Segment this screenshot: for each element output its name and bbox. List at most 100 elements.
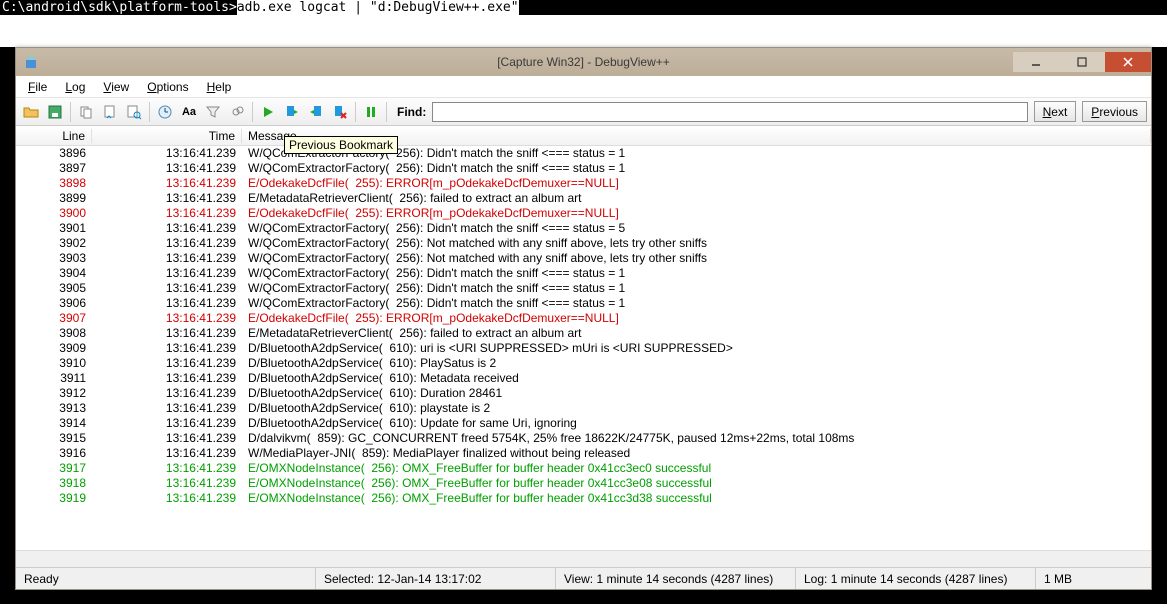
- log-row[interactable]: 391513:16:41.239D/dalvikvm( 859): GC_CON…: [16, 431, 1151, 446]
- bookmark-next-icon[interactable]: [281, 101, 303, 123]
- log-row[interactable]: 389913:16:41.239E/MetadataRetrieverClien…: [16, 191, 1151, 206]
- status-ready: Ready: [16, 568, 316, 589]
- cell-message: W/QComExtractorFactory( 256): Didn't mat…: [242, 266, 1151, 281]
- log-row[interactable]: 390113:16:41.239W/QComExtractorFactory( …: [16, 221, 1151, 236]
- log-row[interactable]: 391313:16:41.239D/BluetoothA2dpService( …: [16, 401, 1151, 416]
- menu-file[interactable]: File: [20, 78, 55, 96]
- horizontal-scrollbar[interactable]: [16, 550, 1151, 567]
- minimize-button[interactable]: [1013, 52, 1059, 72]
- pause-icon[interactable]: [360, 101, 382, 123]
- find-icon[interactable]: [123, 101, 145, 123]
- cell-line: 3914: [16, 416, 92, 431]
- link-icon[interactable]: [226, 101, 248, 123]
- cell-message: E/OMXNodeInstance( 256): OMX_FreeBuffer …: [242, 491, 1151, 506]
- window-controls: [1013, 52, 1151, 72]
- log-row[interactable]: 390013:16:41.239E/OdekakeDcfFile( 255): …: [16, 206, 1151, 221]
- log-row[interactable]: 391413:16:41.239D/BluetoothA2dpService( …: [16, 416, 1151, 431]
- cell-line: 3912: [16, 386, 92, 401]
- header-line[interactable]: Line: [16, 129, 92, 143]
- cell-line: 3902: [16, 236, 92, 251]
- log-list[interactable]: 389613:16:41.239W/QComExtractorFactory( …: [16, 146, 1151, 550]
- status-size: 1 MB: [1036, 568, 1151, 589]
- status-log: Log: 1 minute 14 seconds (4287 lines): [796, 568, 1036, 589]
- cell-message: D/BluetoothA2dpService( 610): PlaySatus …: [242, 356, 1151, 371]
- log-row[interactable]: 391813:16:41.239E/OMXNodeInstance( 256):…: [16, 476, 1151, 491]
- cell-line: 3900: [16, 206, 92, 221]
- cut-icon[interactable]: [99, 101, 121, 123]
- cell-line: 3898: [16, 176, 92, 191]
- log-row[interactable]: 391113:16:41.239D/BluetoothA2dpService( …: [16, 371, 1151, 386]
- cell-line: 3904: [16, 266, 92, 281]
- cell-time: 13:16:41.239: [92, 281, 242, 296]
- cell-message: W/QComExtractorFactory( 256): Didn't mat…: [242, 281, 1151, 296]
- filter-icon[interactable]: [202, 101, 224, 123]
- log-row[interactable]: 391913:16:41.239E/OMXNodeInstance( 256):…: [16, 491, 1151, 506]
- log-row[interactable]: 391713:16:41.239E/OMXNodeInstance( 256):…: [16, 461, 1151, 476]
- copy-icon[interactable]: [75, 101, 97, 123]
- cell-line: 3917: [16, 461, 92, 476]
- cell-message: D/dalvikvm( 859): GC_CONCURRENT freed 57…: [242, 431, 1151, 446]
- log-row[interactable]: 391013:16:41.239D/BluetoothA2dpService( …: [16, 356, 1151, 371]
- app-window: [Capture Win32] - DebugView++ File Log V…: [15, 47, 1152, 590]
- log-row[interactable]: 390813:16:41.239E/MetadataRetrieverClien…: [16, 326, 1151, 341]
- log-row[interactable]: 390913:16:41.239D/BluetoothA2dpService( …: [16, 341, 1151, 356]
- log-row[interactable]: 390513:16:41.239W/QComExtractorFactory( …: [16, 281, 1151, 296]
- save-icon[interactable]: [44, 101, 66, 123]
- cell-line: 3916: [16, 446, 92, 461]
- cell-message: W/QComExtractorFactory( 256): Didn't mat…: [242, 161, 1151, 176]
- cell-message: E/MetadataRetrieverClient( 256): failed …: [242, 191, 1151, 206]
- next-button[interactable]: Next: [1034, 101, 1077, 122]
- log-row[interactable]: 390313:16:41.239W/QComExtractorFactory( …: [16, 251, 1151, 266]
- cell-message: D/BluetoothA2dpService( 610): uri is <UR…: [242, 341, 1151, 356]
- log-row[interactable]: 390613:16:41.239W/QComExtractorFactory( …: [16, 296, 1151, 311]
- cell-time: 13:16:41.239: [92, 386, 242, 401]
- menu-options[interactable]: Options: [139, 78, 196, 96]
- open-icon[interactable]: [20, 101, 42, 123]
- find-input[interactable]: [432, 102, 1027, 122]
- cell-time: 13:16:41.239: [92, 311, 242, 326]
- log-row[interactable]: 390713:16:41.239E/OdekakeDcfFile( 255): …: [16, 311, 1151, 326]
- cell-message: E/OdekakeDcfFile( 255): ERROR[m_pOdekake…: [242, 311, 1151, 326]
- cell-line: 3903: [16, 251, 92, 266]
- cell-message: W/MediaPlayer-JNI( 859): MediaPlayer fin…: [242, 446, 1151, 461]
- cmd-highlighted: adb.exe logcat | "d:DebugView++.exe": [237, 0, 519, 15]
- close-button[interactable]: [1105, 52, 1151, 72]
- cell-message: W/QComExtractorFactory( 256): Not matche…: [242, 236, 1151, 251]
- log-row[interactable]: 389613:16:41.239W/QComExtractorFactory( …: [16, 146, 1151, 161]
- app-icon: [22, 52, 42, 72]
- cell-time: 13:16:41.239: [92, 341, 242, 356]
- cell-time: 13:16:41.239: [92, 161, 242, 176]
- cell-time: 13:16:41.239: [92, 476, 242, 491]
- header-time[interactable]: Time: [92, 129, 242, 143]
- maximize-button[interactable]: [1059, 52, 1105, 72]
- cell-message: E/OMXNodeInstance( 256): OMX_FreeBuffer …: [242, 476, 1151, 491]
- log-row[interactable]: 391613:16:41.239W/MediaPlayer-JNI( 859):…: [16, 446, 1151, 461]
- cell-line: 3919: [16, 491, 92, 506]
- cell-time: 13:16:41.239: [92, 191, 242, 206]
- command-prompt-line: C:\android\sdk\platform-tools>adb.exe lo…: [0, 0, 1167, 15]
- log-row[interactable]: 391213:16:41.239D/BluetoothA2dpService( …: [16, 386, 1151, 401]
- run-icon[interactable]: [257, 101, 279, 123]
- cell-line: 3896: [16, 146, 92, 161]
- bookmark-prev-icon[interactable]: [305, 101, 327, 123]
- titlebar[interactable]: [Capture Win32] - DebugView++: [16, 48, 1151, 76]
- cell-line: 3907: [16, 311, 92, 326]
- log-row[interactable]: 389813:16:41.239E/OdekakeDcfFile( 255): …: [16, 176, 1151, 191]
- menu-help[interactable]: Help: [199, 78, 240, 96]
- log-row[interactable]: 389713:16:41.239W/QComExtractorFactory( …: [16, 161, 1151, 176]
- menu-log[interactable]: Log: [57, 78, 93, 96]
- previous-button[interactable]: Previous: [1082, 101, 1147, 122]
- cell-message: W/QComExtractorFactory( 256): Not matche…: [242, 251, 1151, 266]
- bookmark-clear-icon[interactable]: [329, 101, 351, 123]
- toolbar: Aa Find: Next Previous: [16, 98, 1151, 126]
- cell-message: W/QComExtractorFactory( 256): Didn't mat…: [242, 221, 1151, 236]
- log-row[interactable]: 390213:16:41.239W/QComExtractorFactory( …: [16, 236, 1151, 251]
- cell-line: 3911: [16, 371, 92, 386]
- cell-time: 13:16:41.239: [92, 236, 242, 251]
- cell-line: 3913: [16, 401, 92, 416]
- log-row[interactable]: 390413:16:41.239W/QComExtractorFactory( …: [16, 266, 1151, 281]
- time-icon[interactable]: [154, 101, 176, 123]
- cell-line: 3908: [16, 326, 92, 341]
- menu-view[interactable]: View: [95, 78, 137, 96]
- font-icon[interactable]: Aa: [178, 101, 200, 123]
